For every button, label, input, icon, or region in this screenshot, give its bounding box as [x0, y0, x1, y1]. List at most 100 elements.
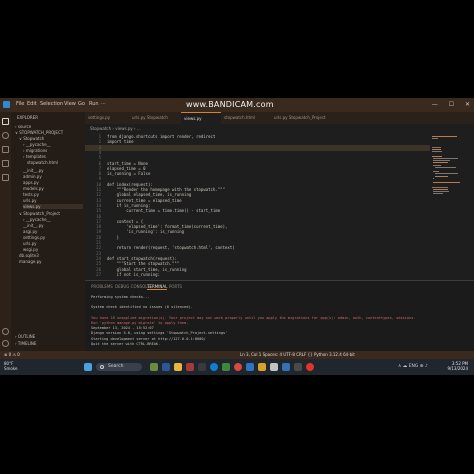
terminal-line: System check identified no issues (0 sil…: [91, 305, 193, 310]
code-text: return render(request, 'stopwatch.html',…: [107, 245, 235, 251]
code-text: context = {: [107, 218, 144, 224]
close-icon[interactable]: ✕: [465, 101, 470, 108]
menu-run[interactable]: Run: [89, 101, 99, 107]
tab-settings[interactable]: settings.py: [85, 112, 129, 124]
tree-item[interactable]: › source: [15, 124, 31, 129]
tab-views[interactable]: views.py: [181, 112, 221, 124]
app-icon[interactable]: [258, 363, 266, 371]
vscode-icon[interactable]: [246, 363, 254, 371]
code-text: 'elapsed_time': format_time(current_time…: [107, 224, 228, 230]
tree-item[interactable]: ∨ STOPWATCH_PROJECT: [15, 130, 63, 135]
tree-item[interactable]: manage.py: [19, 259, 42, 264]
tree-item[interactable]: urls.py: [23, 241, 37, 246]
status-problems[interactable]: ⊗ 0 ⚠ 0: [4, 352, 20, 357]
tree-item[interactable]: wsgi.py: [23, 247, 38, 252]
app-icon[interactable]: [150, 363, 158, 371]
tab-debug-console[interactable]: DEBUG CONSOLE: [115, 284, 150, 289]
search-label: Search: [108, 364, 124, 369]
tree-item[interactable]: stopwatch.html: [27, 160, 58, 165]
minimap-line: [433, 182, 461, 184]
outline-section[interactable]: › OUTLINE: [15, 334, 35, 339]
minimap-line: [433, 171, 440, 173]
bandicam-icon[interactable]: [306, 363, 314, 371]
tree-item[interactable]: › __pycache__: [23, 217, 51, 222]
tree-item[interactable]: __init__.py: [23, 168, 44, 173]
tree-item[interactable]: urls.py: [23, 198, 37, 203]
windows-start-icon[interactable]: [84, 363, 92, 371]
tree-item[interactable]: models.py: [23, 186, 44, 191]
system-tray[interactable]: ∧ ☁ ENG ⊕ ♪: [398, 364, 428, 369]
terminal-line: Starting development server at http://12…: [91, 336, 206, 341]
app-icon[interactable]: [270, 363, 278, 371]
tree-item[interactable]: › templates: [23, 154, 46, 159]
tree-item[interactable]: › migrations: [23, 148, 47, 153]
menu-file[interactable]: File: [16, 101, 24, 107]
code-text: if is_running:: [107, 202, 151, 208]
task-view-icon[interactable]: [162, 363, 170, 371]
search-icon[interactable]: [2, 132, 9, 139]
code-line[interactable]: 27 if not is_running:: [85, 272, 430, 278]
code-text: """Render the homepage with the stopwatc…: [107, 187, 226, 192]
extensions-icon[interactable]: [2, 174, 9, 181]
minimap-line: [433, 177, 434, 179]
source-control-icon[interactable]: [2, 146, 9, 153]
app-icon[interactable]: [222, 363, 230, 371]
tree-item[interactable]: ∨ Stopwatch_Project: [19, 211, 60, 216]
code-editor[interactable]: 1 from django.shortcuts import render, re…: [85, 132, 430, 280]
minimap-line: [433, 193, 444, 195]
taskbar-clock[interactable]: 3:52 PM 9/13/2024: [447, 361, 468, 371]
tree-item[interactable]: ∨ Stopwatch: [19, 136, 44, 141]
explorer-icon[interactable]: [2, 118, 9, 125]
app-icon[interactable]: [198, 363, 206, 371]
breadcrumb[interactable]: Stopwatch › views.py › ...: [90, 126, 141, 131]
code-text: current_time = elapsed_time: [107, 197, 182, 203]
tree-item[interactable]: › __pycache__: [23, 142, 51, 147]
tree-item[interactable]: asgi.py: [23, 229, 37, 234]
tab-problems[interactable]: PROBLEMS: [91, 284, 113, 289]
tree-item[interactable]: settings.py: [23, 235, 45, 240]
menu-more[interactable]: ···: [101, 101, 106, 107]
maximize-icon[interactable]: ☐: [449, 101, 454, 108]
menu-edit[interactable]: Edit: [27, 101, 37, 107]
tree-item[interactable]: tests.py: [23, 192, 39, 197]
tab-urls-stopwatch[interactable]: urls.py Stopwatch: [129, 112, 181, 124]
tab-urls-project[interactable]: urls.py Stopwatch_Project: [271, 112, 347, 124]
edge-icon[interactable]: [210, 363, 218, 371]
tab-terminal[interactable]: TERMINAL: [147, 284, 168, 290]
vscode-logo-icon: [3, 101, 10, 108]
minimize-icon[interactable]: —: [432, 101, 438, 108]
code-text: current_time = time.time() - start_time: [107, 208, 221, 214]
app-icon[interactable]: [294, 363, 302, 371]
clock-date: 9/13/2024: [447, 366, 468, 371]
code-text: elapsed_time = 0: [107, 165, 146, 171]
app-icon[interactable]: [282, 363, 290, 371]
chrome-icon[interactable]: [234, 363, 242, 371]
tab-stopwatch-html[interactable]: stopwatch.html: [221, 112, 271, 124]
file-explorer-icon[interactable]: [174, 363, 182, 371]
menu-view[interactable]: View: [64, 101, 76, 107]
tree-item-selected[interactable]: views.py: [23, 204, 83, 209]
minimap[interactable]: [430, 132, 474, 280]
tab-ports[interactable]: PORTS: [169, 284, 182, 289]
tree-item[interactable]: apps.py: [23, 180, 39, 185]
code-text: def index(request):: [107, 181, 153, 187]
menu-go[interactable]: Go: [78, 101, 85, 107]
tree-item[interactable]: db.sqlite3: [19, 253, 39, 258]
minimap-line: [433, 160, 451, 162]
menu-selection[interactable]: Selection: [40, 101, 63, 107]
minimap-line: [433, 162, 449, 164]
title-bar: File Edit Selection View Go Run ··· www.…: [0, 98, 474, 112]
code-text: global elapsed_time, is_running: [107, 192, 192, 198]
timeline-section[interactable]: › TIMELINE: [15, 341, 36, 346]
app-icon[interactable]: [186, 363, 194, 371]
minimap-line: [433, 188, 448, 190]
minimap-line: [434, 175, 448, 177]
activity-bar: [0, 112, 11, 351]
account-icon[interactable]: [2, 328, 9, 335]
tree-item[interactable]: admin.py: [23, 174, 42, 179]
weather-widget[interactable]: 80°F Smoke: [4, 361, 18, 371]
tree-item[interactable]: __init__.py: [23, 223, 44, 228]
gear-icon[interactable]: [2, 340, 9, 347]
status-info[interactable]: Ln 3, Col 1 Spaces: 4 UTF-8 CRLF {} Pyth…: [240, 352, 355, 357]
run-debug-icon[interactable]: [2, 160, 9, 167]
